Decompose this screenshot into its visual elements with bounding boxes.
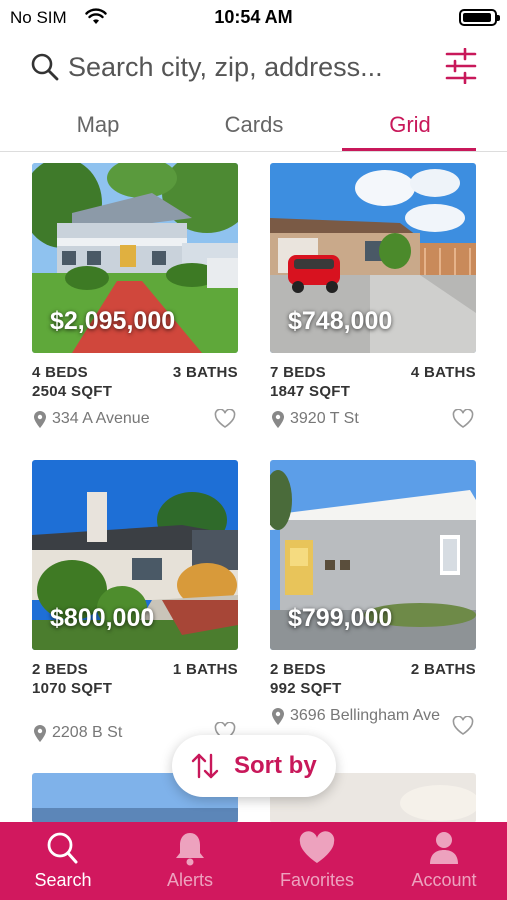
search-icon bbox=[43, 830, 83, 866]
sort-button[interactable]: Sort by bbox=[172, 735, 336, 797]
location-pin-icon bbox=[34, 411, 46, 433]
listing-sqft: 1070 SQFT bbox=[32, 680, 113, 697]
listing-photo[interactable]: $2,095,000 bbox=[32, 163, 238, 353]
bell-icon bbox=[170, 830, 210, 866]
listing-card[interactable]: $800,000 2 BEDS 1 BATHS 1070 SQFT 2208 B… bbox=[32, 460, 238, 750]
tab-grid[interactable]: Grid bbox=[340, 112, 480, 138]
user-icon bbox=[424, 830, 464, 866]
listing-beds: 7 BEDS bbox=[270, 364, 326, 381]
heart-icon bbox=[297, 830, 337, 866]
search-bar[interactable]: Search city, zip, address... bbox=[0, 42, 507, 94]
listing-address: 3696 Bellingham Ave bbox=[290, 707, 441, 724]
nav-search[interactable]: Search bbox=[0, 822, 126, 900]
listing-baths: 3 BATHS bbox=[172, 364, 238, 381]
bottom-nav: Search Alerts Favorites Account bbox=[0, 822, 507, 900]
listing-beds: 2 BEDS bbox=[32, 661, 88, 678]
listing-price: $748,000 bbox=[288, 307, 393, 335]
nav-account[interactable]: Account bbox=[381, 822, 507, 900]
location-pin-icon bbox=[34, 725, 46, 747]
listing-beds: 4 BEDS bbox=[32, 364, 88, 381]
search-input[interactable]: Search city, zip, address... bbox=[68, 52, 383, 83]
listing-sqft: 992 SQFT bbox=[270, 680, 342, 697]
nav-favorites-label: Favorites bbox=[279, 870, 355, 890]
listing-address: 3920 T St bbox=[290, 410, 359, 427]
view-tabs: Map Cards Grid bbox=[0, 104, 507, 152]
listing-address: 2208 B St bbox=[52, 724, 123, 741]
search-icon bbox=[30, 52, 60, 87]
listing-sqft: 2504 SQFT bbox=[32, 383, 113, 400]
sort-label: Sort by bbox=[234, 752, 317, 779]
listing-photo[interactable]: $748,000 bbox=[270, 163, 476, 353]
tab-cards[interactable]: Cards bbox=[184, 112, 324, 138]
filter-sliders-icon[interactable] bbox=[445, 47, 477, 89]
listing-photo[interactable]: $799,000 bbox=[270, 460, 476, 650]
listing-photo[interactable]: $800,000 bbox=[32, 460, 238, 650]
nav-account-label: Account bbox=[411, 870, 477, 890]
battery-icon bbox=[459, 9, 500, 26]
favorite-heart-icon[interactable] bbox=[452, 715, 474, 741]
listing-price: $800,000 bbox=[50, 604, 155, 632]
listing-address: 334 A Avenue bbox=[52, 410, 150, 427]
location-pin-icon bbox=[272, 708, 284, 730]
nav-favorites[interactable]: Favorites bbox=[254, 822, 380, 900]
nav-alerts[interactable]: Alerts bbox=[127, 822, 253, 900]
nav-search-label: Search bbox=[34, 870, 92, 890]
listing-beds: 2 BEDS bbox=[270, 661, 326, 678]
listing-sqft: 1847 SQFT bbox=[270, 383, 351, 400]
tab-map[interactable]: Map bbox=[28, 112, 168, 138]
listing-baths: 2 BATHS bbox=[410, 661, 476, 678]
active-tab-indicator bbox=[342, 148, 476, 151]
favorite-heart-icon[interactable] bbox=[452, 408, 474, 434]
listing-card[interactable]: $2,095,000 4 BEDS 3 BATHS 2504 SQFT 334 … bbox=[32, 163, 238, 438]
listing-price: $799,000 bbox=[288, 604, 393, 632]
status-bar: No SIM 10:54 AM bbox=[0, 0, 507, 34]
location-pin-icon bbox=[272, 411, 284, 433]
sort-arrows-icon bbox=[190, 752, 220, 785]
listing-baths: 1 BATHS bbox=[172, 661, 238, 678]
listing-price: $2,095,000 bbox=[50, 307, 176, 335]
nav-alerts-label: Alerts bbox=[166, 870, 213, 890]
favorite-heart-icon[interactable] bbox=[214, 408, 236, 434]
listing-card[interactable]: $748,000 7 BEDS 4 BATHS 1847 SQFT 3920 T… bbox=[270, 163, 476, 438]
listing-baths: 4 BATHS bbox=[410, 364, 476, 381]
clock: 10:54 AM bbox=[214, 7, 293, 27]
listing-card[interactable]: $799,000 2 BEDS 2 BATHS 992 SQFT 3696 Be… bbox=[270, 460, 476, 750]
